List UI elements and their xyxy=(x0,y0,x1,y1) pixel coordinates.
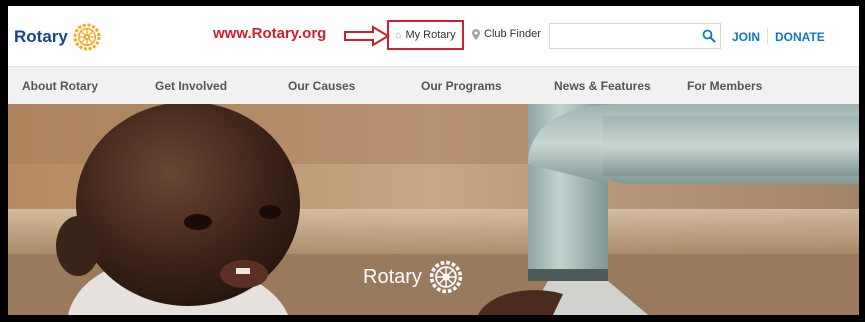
nav-item-our-causes[interactable]: Our Causes xyxy=(288,79,355,93)
hero-banner: Rotary xyxy=(8,104,859,315)
annotation-arrow-icon xyxy=(344,25,390,47)
home-icon: ⌂ xyxy=(395,29,402,41)
search-field[interactable] xyxy=(549,23,721,49)
search-input[interactable] xyxy=(556,25,700,49)
nav-item-news-features[interactable]: News & Features xyxy=(554,79,651,93)
my-rotary-link[interactable]: ⌂ My Rotary xyxy=(387,20,464,50)
logo-text: Rotary xyxy=(14,27,68,46)
nav-item-about-rotary[interactable]: About Rotary xyxy=(22,79,98,93)
donate-link[interactable]: DONATE xyxy=(775,30,825,44)
nav-item-our-programs[interactable]: Our Programs xyxy=(421,79,502,93)
join-link[interactable]: JOIN xyxy=(732,30,760,44)
nav-item-get-involved[interactable]: Get Involved xyxy=(155,79,227,93)
map-pin-icon xyxy=(472,28,480,40)
club-finder-link[interactable]: Club Finder xyxy=(472,28,541,40)
hero-logo-text: Rotary xyxy=(363,265,422,288)
page-frame: Rotary www.Rotary.org ⌂ My Rotary Club F… xyxy=(8,6,859,315)
my-rotary-label: My Rotary xyxy=(405,29,456,41)
rotary-wheel-icon xyxy=(73,23,101,51)
hero-rotary-logo: Rotary xyxy=(363,259,464,295)
nav-item-for-members[interactable]: For Members xyxy=(687,79,762,93)
header-divider xyxy=(767,28,768,44)
rotary-wheel-icon xyxy=(429,260,463,294)
search-icon[interactable] xyxy=(702,29,716,43)
annotation-url-text: www.Rotary.org xyxy=(213,25,327,42)
main-nav: About Rotary Get Involved Our Causes Our… xyxy=(8,66,859,105)
club-finder-label: Club Finder xyxy=(484,28,541,40)
site-header: Rotary www.Rotary.org ⌂ My Rotary Club F… xyxy=(8,6,859,66)
rotary-logo[interactable]: Rotary xyxy=(14,22,102,52)
